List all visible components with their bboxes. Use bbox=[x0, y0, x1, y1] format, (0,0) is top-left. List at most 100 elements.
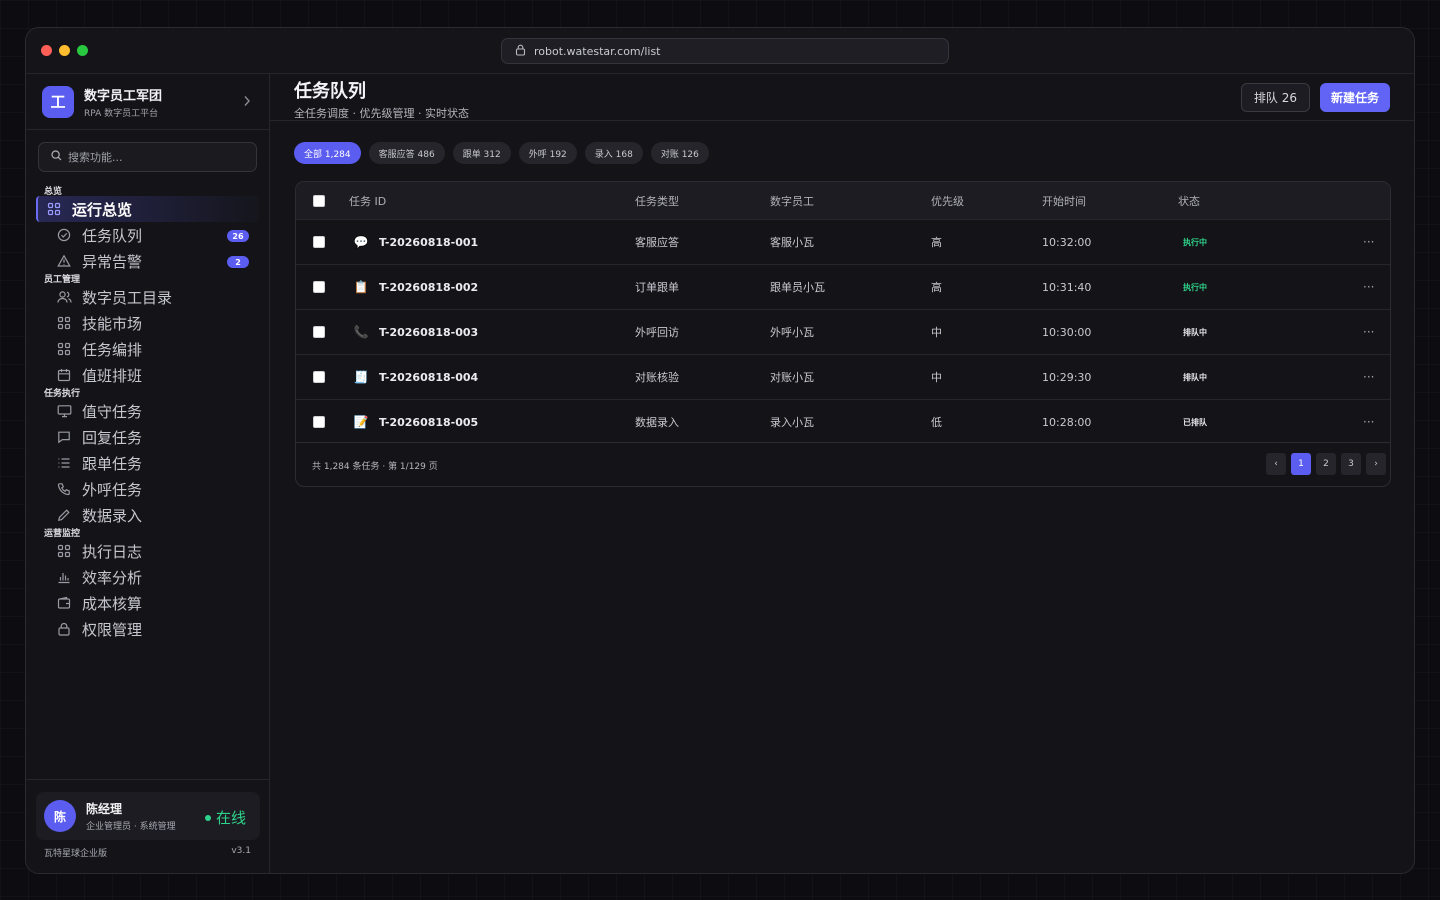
sidebar-item[interactable]: 数据录入 bbox=[36, 502, 259, 528]
table-row[interactable]: 🧾 T-20260818-004 对账核验 对账小瓦 中 10:29:30 排队中 ··· bbox=[296, 354, 1390, 399]
page-button[interactable]: 1 bbox=[1291, 453, 1311, 475]
sidebar-item[interactable]: 任务编排 bbox=[36, 336, 259, 362]
worker-cell: 录入小瓦 bbox=[770, 416, 814, 429]
row-checkbox[interactable] bbox=[313, 326, 325, 338]
more-actions-icon[interactable]: ··· bbox=[1363, 325, 1374, 339]
sidebar-item[interactable]: 效率分析 bbox=[36, 564, 259, 590]
priority-cell: 中 bbox=[931, 371, 942, 384]
page-header: 任务队列 全任务调度 · 优先级管理 · 实时状态 排队 26 新建任务 bbox=[270, 74, 1414, 121]
table-row[interactable]: 📋 T-20260818-002 订单跟单 跟单员小瓦 高 10:31:40 执行中 ··· bbox=[296, 264, 1390, 309]
column-priority[interactable]: 优先级 bbox=[931, 182, 964, 219]
sidebar-item[interactable]: 成本核算 bbox=[36, 590, 259, 616]
column-task-id[interactable]: 任务 ID bbox=[349, 182, 386, 219]
sidebar-item[interactable]: 数字员工目录 bbox=[36, 284, 259, 310]
online-status: 在线 bbox=[204, 807, 246, 828]
page-button[interactable]: 2 bbox=[1316, 453, 1336, 475]
brand-name: 数字员工军团 bbox=[84, 88, 163, 104]
warning-icon bbox=[56, 253, 72, 269]
sidebar-item[interactable]: 权限管理 bbox=[36, 616, 259, 642]
select-all-checkbox[interactable] bbox=[313, 194, 325, 207]
sidebar-item[interactable]: 跟单任务 bbox=[36, 450, 259, 476]
sidebar-item-label: 执行日志 bbox=[82, 542, 143, 561]
sidebar-item[interactable]: 运行总览 bbox=[36, 196, 259, 222]
row-checkbox[interactable] bbox=[313, 371, 325, 383]
more-actions-icon[interactable]: ··· bbox=[1363, 370, 1374, 384]
wallet-icon bbox=[56, 595, 72, 611]
start-time-cell: 10:31:40 bbox=[1042, 280, 1092, 294]
bar-chart-icon bbox=[56, 569, 72, 585]
row-checkbox[interactable] bbox=[313, 281, 325, 293]
table-row[interactable]: 📞 T-20260818-003 外呼回访 外呼小瓦 中 10:30:00 排队中 ··· bbox=[296, 309, 1390, 354]
column-worker[interactable]: 数字员工 bbox=[770, 182, 814, 219]
sidebar-item-label: 任务队列 bbox=[82, 226, 143, 245]
task-id-cell: 🧾 T-20260818-004 bbox=[352, 355, 479, 399]
table-body: 💬 T-20260818-001 客服应答 客服小瓦高 10:32:00 执行中 ··· 📋 T… bbox=[296, 219, 1390, 444]
search-input[interactable]: 搜索功能... bbox=[38, 142, 257, 172]
priority-cell: 低 bbox=[931, 416, 942, 429]
filter-chip[interactable]: 录入 168 bbox=[584, 142, 643, 164]
filter-chip[interactable]: 跟单 312 bbox=[452, 142, 511, 164]
filter-chip[interactable]: 外呼 192 bbox=[518, 142, 577, 164]
app-window: robot.watestar.com/list 工 数字员工军团 RPA 数字员… bbox=[25, 27, 1415, 874]
task-id-cell: 📋 T-20260818-002 bbox=[352, 265, 479, 309]
address-bar[interactable]: robot.watestar.com/list bbox=[501, 38, 949, 64]
new-task-button[interactable]: 新建任务 bbox=[1319, 83, 1390, 112]
more-actions-icon[interactable]: ··· bbox=[1363, 415, 1374, 429]
sidebar-item[interactable]: 执行日志 bbox=[36, 538, 259, 564]
task-id: T-20260818-002 bbox=[379, 280, 479, 294]
sidebar-item[interactable]: 值班排班 bbox=[36, 362, 259, 388]
task-id-cell: 💬 T-20260818-001 bbox=[352, 220, 479, 264]
user-card[interactable]: 陈 陈经理 企业管理员 · 系统管理 在线 bbox=[36, 792, 260, 840]
more-actions-icon[interactable]: ··· bbox=[1363, 280, 1374, 294]
sidebar-item-label: 值守任务 bbox=[82, 402, 143, 421]
minimize-window-button[interactable] bbox=[59, 45, 70, 56]
version-label: v3.1 bbox=[231, 846, 251, 856]
worker-cell: 客服小瓦 bbox=[770, 236, 814, 249]
task-type-cell: 外呼回访 bbox=[635, 326, 679, 339]
pen-icon bbox=[56, 507, 72, 523]
start-time-cell: 10:30:00 bbox=[1042, 325, 1092, 339]
sidebar-item[interactable]: 异常告警 2 bbox=[36, 248, 259, 274]
column-task-type[interactable]: 任务类型 bbox=[635, 182, 679, 219]
row-checkbox[interactable] bbox=[313, 236, 325, 248]
sidebar-item[interactable]: 回复任务 bbox=[36, 424, 259, 450]
filter-chip[interactable]: 对账 126 bbox=[650, 142, 709, 164]
sidebar-item-label: 异常告警 bbox=[82, 252, 143, 271]
task-type-cell: 客服应答 bbox=[635, 236, 679, 249]
column-status[interactable]: 状态 bbox=[1178, 182, 1200, 219]
column-start-time[interactable]: 开始时间 bbox=[1042, 182, 1086, 219]
table-row[interactable]: 📝 T-20260818-005 数据录入 录入小瓦 低 10:28:00 已排队 ··· bbox=[296, 399, 1390, 444]
more-actions-icon[interactable]: ··· bbox=[1363, 235, 1374, 249]
page-subtitle: 全任务调度 · 优先级管理 · 实时状态 bbox=[294, 107, 469, 120]
maximize-window-button[interactable] bbox=[77, 45, 88, 56]
filter-chip[interactable]: 客服应答 486 bbox=[368, 142, 445, 164]
close-window-button[interactable] bbox=[41, 45, 52, 56]
queue-count-button[interactable]: 排队 26 bbox=[1240, 83, 1310, 112]
start-time-cell: 10:32:00 bbox=[1042, 235, 1092, 249]
sidebar-item[interactable]: 外呼任务 bbox=[36, 476, 259, 502]
filter-chip[interactable]: 全部 1,284 bbox=[294, 142, 361, 164]
edition-label: 瓦特星球企业版 bbox=[44, 849, 108, 859]
sidebar-item-label: 值班排班 bbox=[82, 366, 143, 385]
chat-icon bbox=[56, 429, 72, 445]
online-status-text: 在线 bbox=[215, 809, 246, 827]
brand-switcher[interactable]: 工 数字员工军团 RPA 数字员工平台 bbox=[26, 74, 269, 130]
sidebar-item[interactable]: 技能市场 bbox=[36, 310, 259, 336]
task-id-cell: 📞 T-20260818-003 bbox=[352, 310, 479, 354]
table-row[interactable]: 💬 T-20260818-001 客服应答 客服小瓦 高 10:32:00 执行中 ··· bbox=[296, 219, 1390, 264]
prev-page-button[interactable]: ‹ bbox=[1266, 453, 1286, 475]
user-role: 企业管理员 · 系统管理 bbox=[86, 822, 176, 832]
row-checkbox[interactable] bbox=[313, 416, 325, 428]
pagination: ‹ 1 2 3 › bbox=[1266, 453, 1386, 475]
sidebar-item[interactable]: 任务队列 26 bbox=[36, 222, 259, 248]
sidebar-item-label: 回复任务 bbox=[82, 428, 143, 447]
sidebar-item[interactable]: 值守任务 bbox=[36, 398, 259, 424]
page-button[interactable]: 3 bbox=[1341, 453, 1361, 475]
task-type-cell: 对账核验 bbox=[635, 371, 679, 384]
next-page-button[interactable]: › bbox=[1366, 453, 1386, 475]
page-title: 任务队列 bbox=[294, 81, 366, 102]
count-badge: 26 bbox=[227, 230, 249, 242]
list-icon bbox=[56, 455, 72, 471]
pagination-summary: 共 1,284 条任务 · 第 1/129 页 bbox=[312, 462, 438, 472]
priority-cell: 中 bbox=[931, 326, 942, 339]
